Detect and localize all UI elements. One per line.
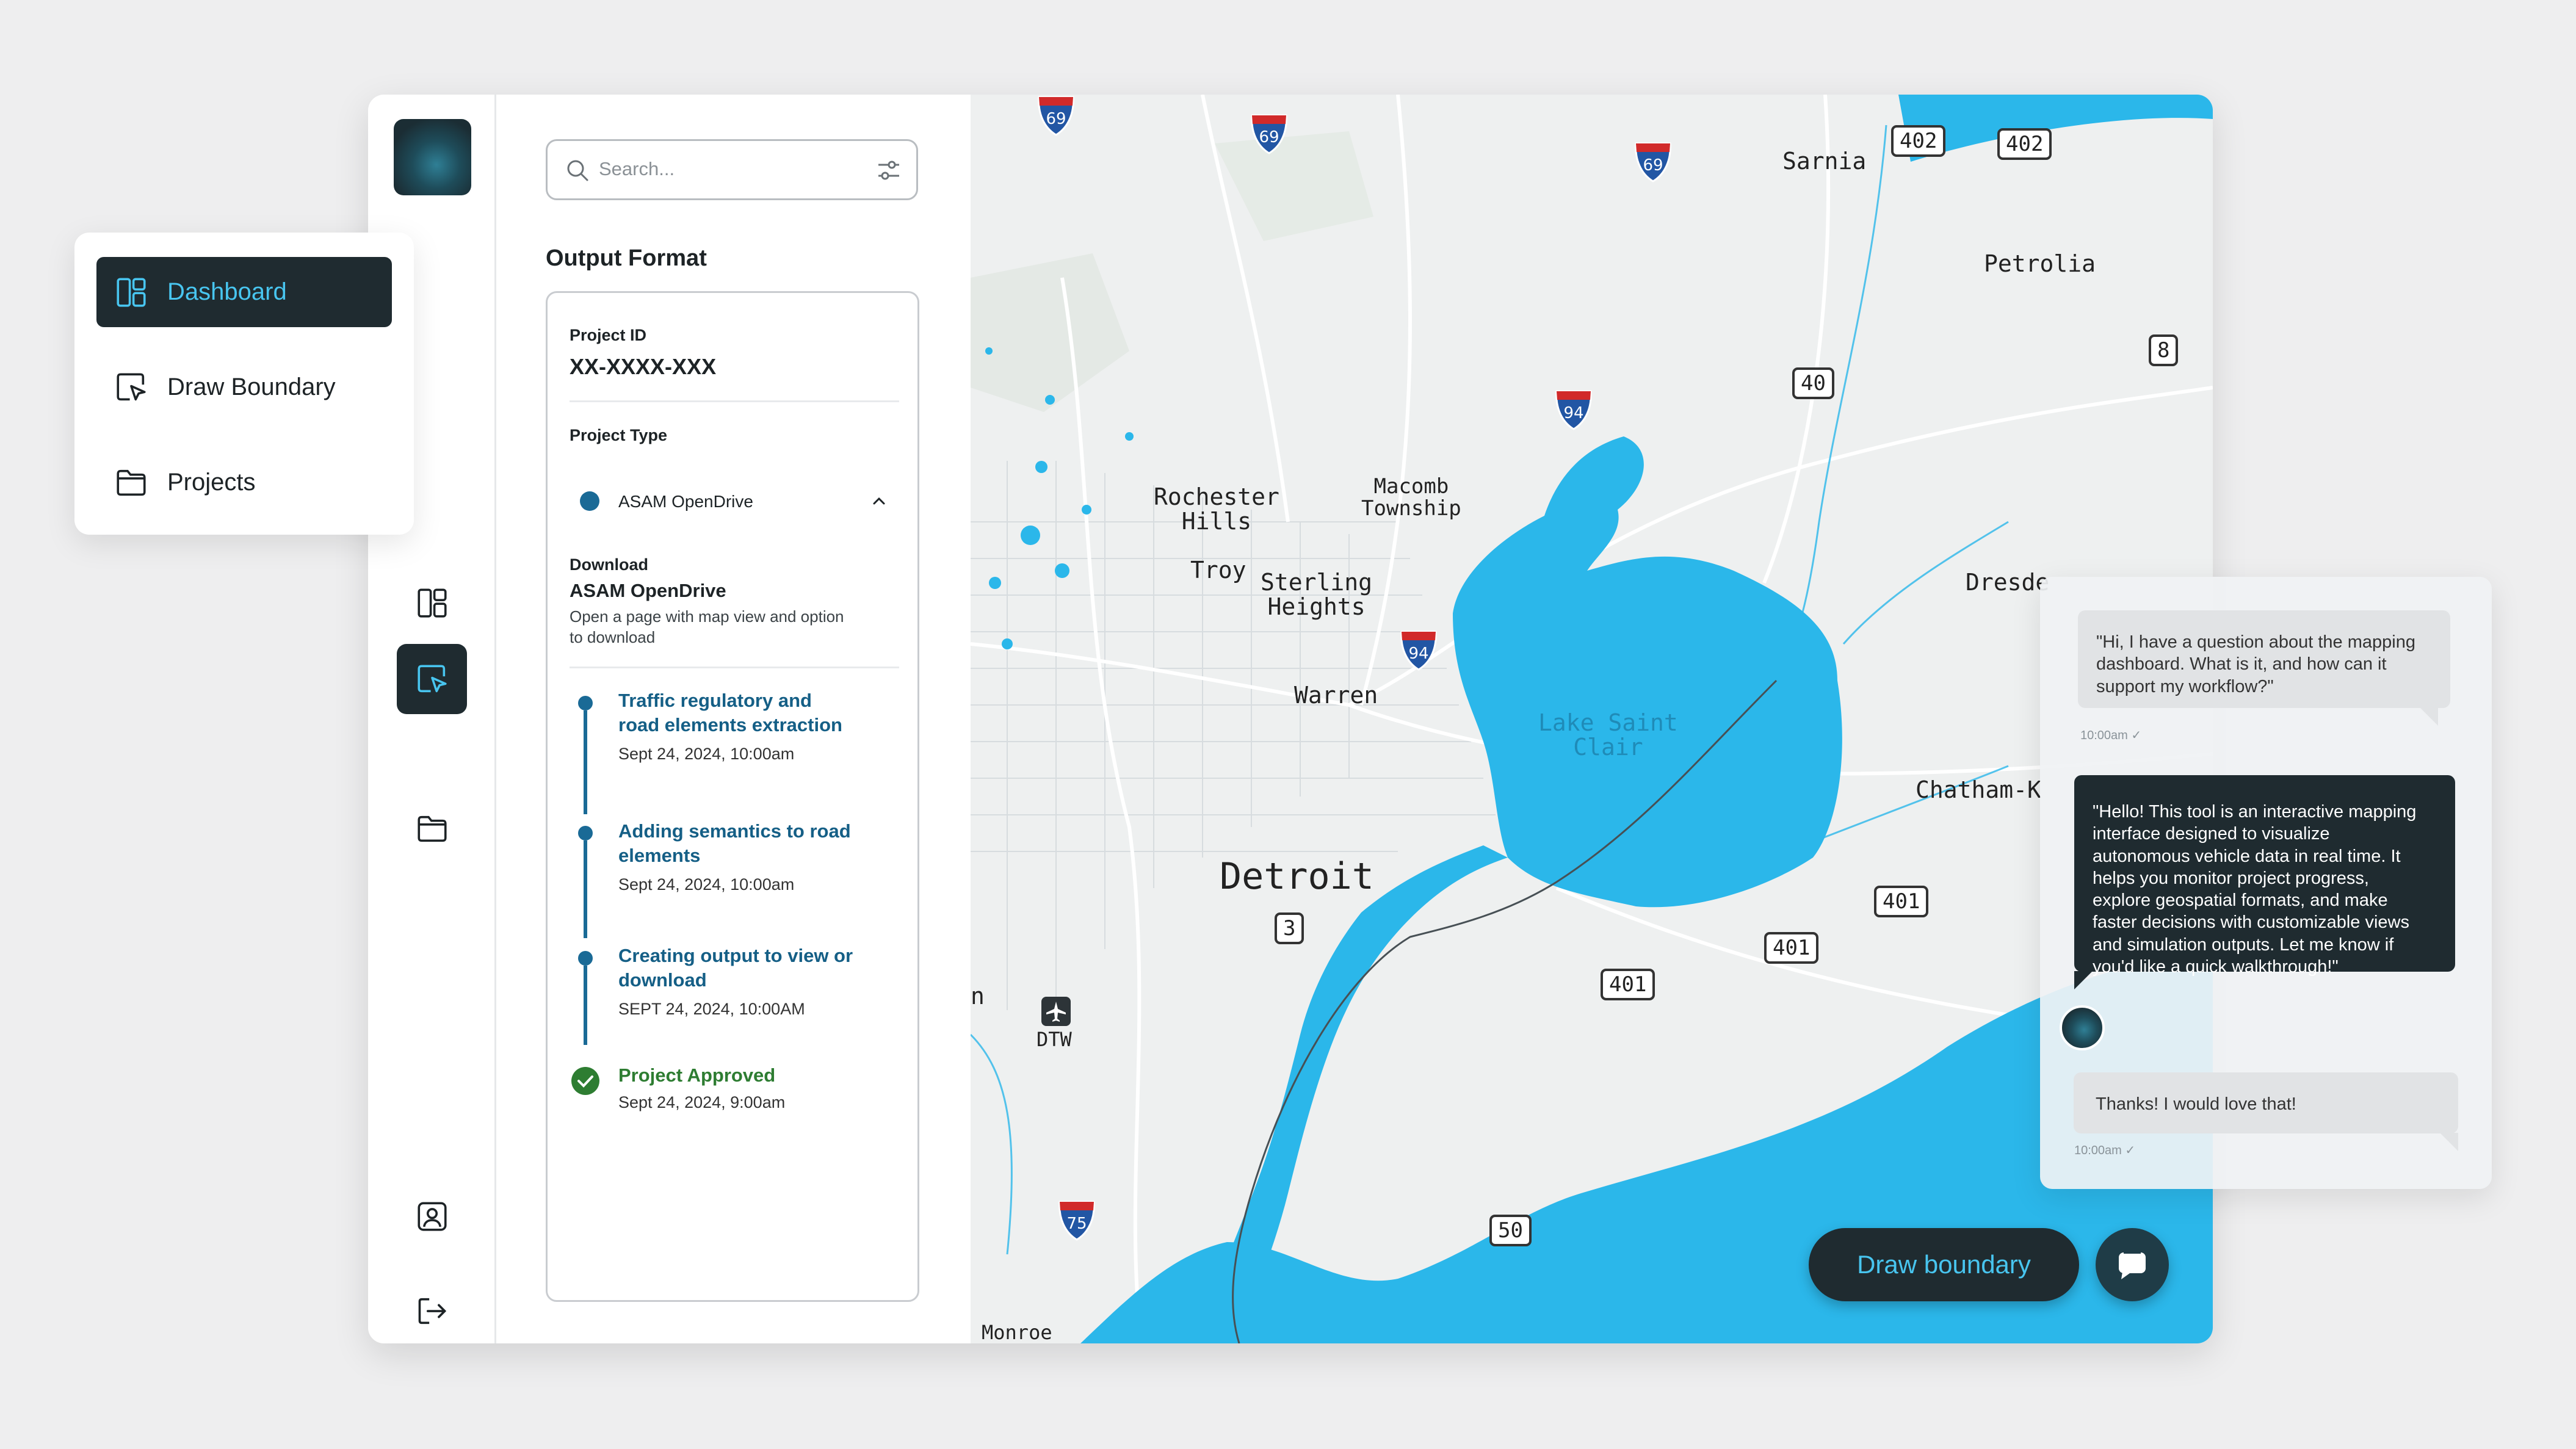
project-type-label: Project Type [570, 426, 668, 444]
nav-item-label: Dashboard [167, 278, 287, 305]
profile-icon [417, 1201, 447, 1231]
timeline-dot [578, 696, 593, 710]
timeline-step-date: Sept 24, 2024, 9:00am [618, 1093, 786, 1111]
timeline-step-date: Sept 24, 2024, 10:00am [618, 875, 795, 894]
download-title: ASAM OpenDrive [570, 580, 726, 601]
output-panel: Search... Output Format Project ID XX-XX… [496, 95, 971, 1343]
output-format-title: Output Format [546, 245, 707, 271]
nav-item-draw-boundary[interactable]: Draw Boundary [96, 352, 392, 422]
project-card: Project ID XX-XXXX-XXX Project Type ASAM… [546, 291, 919, 1302]
folder-icon [117, 469, 146, 496]
rail-profile-button[interactable] [397, 1181, 467, 1251]
timeline-dot [578, 826, 593, 840]
timeline-step-date: Sept 24, 2024, 10:00am [618, 745, 795, 763]
chevron-up-icon [873, 497, 885, 505]
chat-message-user: "Hi, I have a question about the mapping… [2078, 610, 2450, 708]
project-id-value: XX-XXXX-XXX [570, 354, 717, 379]
timeline-step-title: Traffic regulatory and road elements extr… [618, 690, 842, 736]
chat-panel: "Hi, I have a question about the mapping… [2040, 577, 2492, 1189]
logout-icon [418, 1298, 446, 1324]
search-box[interactable]: Search... [546, 139, 918, 200]
project-type-value: ASAM OpenDrive [618, 492, 753, 511]
draw-boundary-icon [117, 372, 146, 400]
nav-item-label: Projects [167, 469, 256, 496]
rail-logout-button[interactable] [397, 1276, 467, 1346]
nav-item-projects[interactable]: Projects [96, 447, 392, 518]
download-description: Open a page with map view and option to … [570, 607, 844, 646]
rail-projects-button[interactable] [397, 793, 467, 864]
timeline-dot [578, 951, 593, 966]
timeline-step-title: Creating output to view or download [618, 945, 853, 991]
filter-icon[interactable] [875, 156, 903, 184]
timeline-step-date: SEPT 24, 2024, 10:00AM [618, 1000, 805, 1018]
divider [570, 667, 899, 668]
divider [570, 400, 899, 402]
search-icon [567, 160, 588, 181]
timeline-line [584, 966, 587, 1045]
nav-item-dashboard[interactable]: Dashboard [96, 257, 392, 327]
download-label: Download [570, 555, 648, 574]
app-logo [394, 119, 471, 195]
project-type-select[interactable]: ASAM OpenDrive [570, 482, 899, 519]
project-id-label: Project ID [570, 326, 647, 344]
draw-boundary-icon [417, 664, 447, 692]
chat-bubble-icon [2119, 1251, 2146, 1279]
rail-dashboard-button[interactable] [397, 568, 467, 638]
floating-nav-menu: Dashboard Draw Boundary Projects [74, 233, 414, 535]
nav-item-label: Draw Boundary [167, 374, 336, 400]
folder-icon [417, 815, 447, 842]
dashboard-icon [417, 588, 447, 618]
timeline-step-title: Adding semantics to road elements [618, 820, 851, 867]
chat-message-bot: "Hello! This tool is an interactive mapp… [2074, 775, 2455, 977]
dashboard-icon [117, 277, 146, 307]
search-input[interactable]: Search... [599, 158, 675, 180]
check-circle-icon [571, 1067, 599, 1095]
radio-selected-icon [580, 491, 599, 511]
chat-message-user: Thanks! I would love that! [2074, 1072, 2458, 1133]
draw-boundary-button[interactable]: Draw boundary [1809, 1228, 2079, 1301]
bot-avatar [2060, 1005, 2105, 1050]
timeline-line [584, 840, 587, 938]
message-timestamp: 10:00am ✓ [2074, 1144, 2136, 1157]
message-timestamp: 10:00am ✓ [2080, 729, 2142, 742]
timeline-step-title: Project Approved [618, 1064, 776, 1086]
rail-draw-boundary-button[interactable] [397, 644, 467, 714]
chat-button[interactable] [2096, 1228, 2169, 1301]
timeline-line [584, 710, 587, 814]
